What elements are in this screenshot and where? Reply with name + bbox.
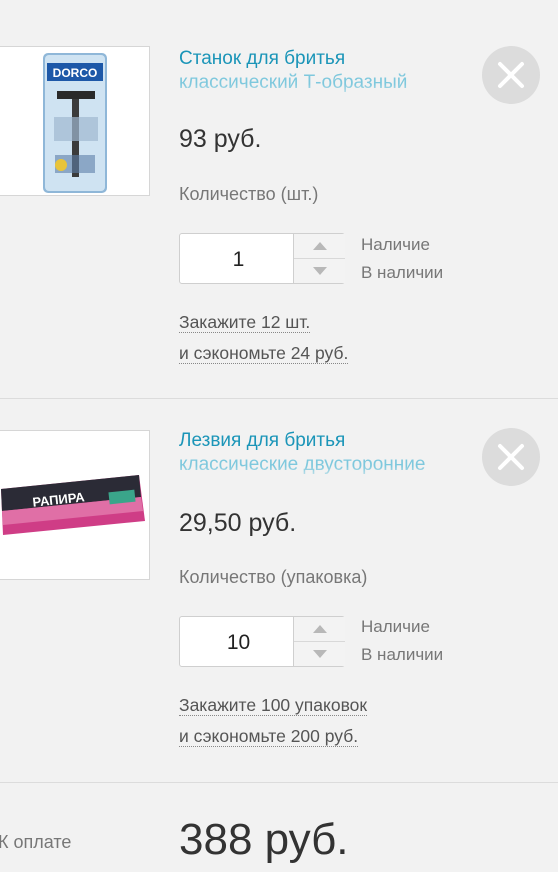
promo-line1[interactable]: Закажите 100 упаковок <box>179 695 368 716</box>
availability: Наличие В наличии <box>361 613 443 669</box>
product-title-line1[interactable]: Станок для бритья <box>179 48 345 69</box>
chevron-down-icon <box>313 267 327 275</box>
bulk-discount-link[interactable]: Закажите 12 шт. и сэкономьте 24 руб. <box>179 307 349 369</box>
decrement-button[interactable] <box>294 642 345 666</box>
chevron-up-icon <box>313 625 327 633</box>
total-label: К оплате <box>0 832 72 852</box>
availability-label: Наличие <box>361 617 430 636</box>
close-icon <box>498 444 524 470</box>
bulk-discount-link[interactable]: Закажите 100 упаковок и сэкономьте 200 р… <box>179 690 368 752</box>
stepper-buttons <box>293 617 345 666</box>
cart-item: DORCO Станок для бритья классический Т-о… <box>0 0 558 399</box>
product-title-line2[interactable]: классический Т-образный <box>179 71 479 95</box>
remove-item-button[interactable] <box>482 428 540 486</box>
product-price: 93 руб. <box>179 125 262 153</box>
remove-item-button[interactable] <box>482 46 540 104</box>
quantity-label: Количество (шт.) <box>179 184 319 204</box>
product-price: 29,50 руб. <box>179 509 297 537</box>
chevron-up-icon <box>313 242 327 250</box>
promo-line2[interactable]: и сэкономьте 24 руб. <box>179 343 349 364</box>
availability-label: Наличие <box>361 235 430 254</box>
close-icon <box>498 62 524 88</box>
product-image[interactable]: DORCO <box>0 46 150 196</box>
product-image[interactable]: РАПИРА <box>0 430 150 580</box>
quantity-label: Количество (упаковка) <box>179 567 368 587</box>
quantity-input[interactable] <box>180 234 297 285</box>
quantity-stepper <box>179 616 345 668</box>
increment-button[interactable] <box>294 234 345 259</box>
product-title[interactable]: Лезвия для бритья классические двусторон… <box>179 429 479 477</box>
increment-button[interactable] <box>294 617 345 642</box>
total-value: 388 руб. <box>179 815 349 864</box>
availability-value: В наличии <box>361 645 444 664</box>
brand-text: DORCO <box>53 66 98 80</box>
quantity-stepper <box>179 233 345 285</box>
promo-line1[interactable]: Закажите 12 шт. <box>179 312 311 333</box>
decrement-button[interactable] <box>294 259 345 283</box>
product-title-line1[interactable]: Лезвия для бритья <box>179 430 345 451</box>
blades-image: РАПИРА <box>1 475 145 535</box>
chevron-down-icon <box>313 650 327 658</box>
availability: Наличие В наличии <box>361 231 443 287</box>
promo-line2[interactable]: и сэкономьте 200 руб. <box>179 726 359 747</box>
stepper-buttons <box>293 234 345 283</box>
razor-image: DORCO <box>43 53 107 193</box>
quantity-input[interactable] <box>180 617 297 668</box>
product-title-line2[interactable]: классические двусторонние <box>179 453 479 477</box>
availability-value: В наличии <box>361 263 444 282</box>
product-title[interactable]: Станок для бритья классический Т-образны… <box>179 47 479 95</box>
